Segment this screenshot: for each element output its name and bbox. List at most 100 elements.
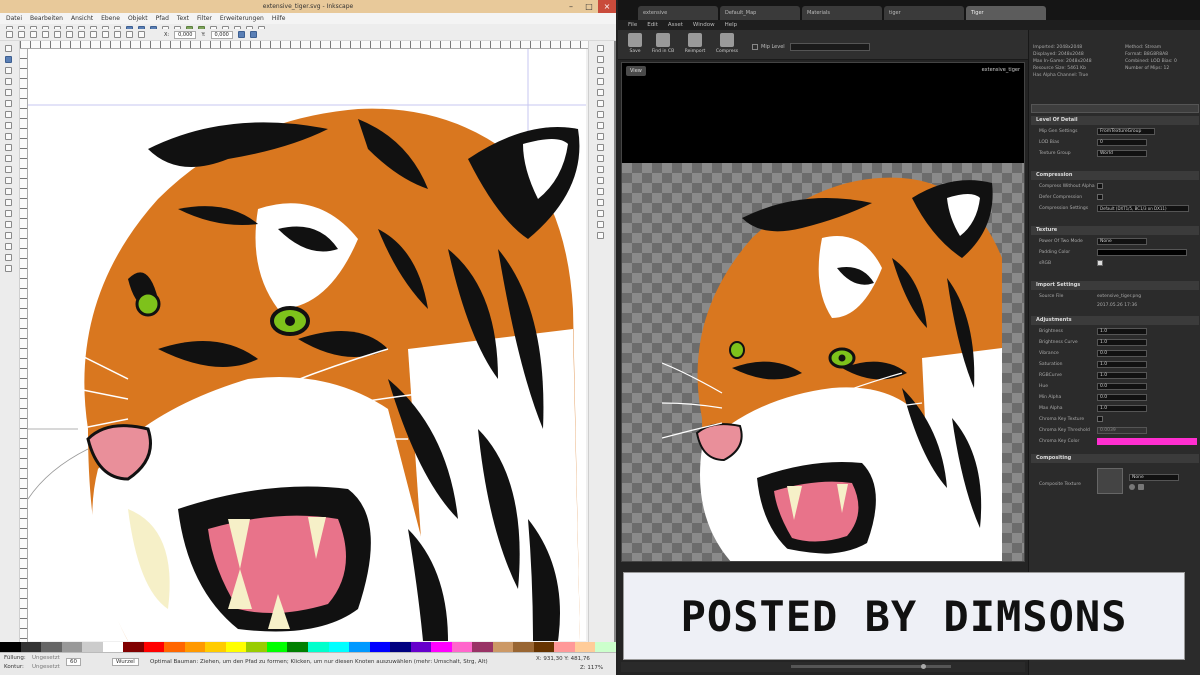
snap-path-icon[interactable] [597,122,604,129]
snap-bbox-edge-icon[interactable] [597,67,604,74]
menu-filter[interactable]: Filter [197,13,212,24]
section-adjustments[interactable]: Adjustments [1031,316,1199,325]
save-button[interactable]: Save [622,33,648,57]
menu-help[interactable]: Help [725,20,738,30]
composite-texture-dropdown[interactable]: None [1129,474,1179,481]
snap-bbox-icon[interactable] [597,56,604,63]
eraser-tool-icon[interactable] [5,210,12,217]
browse-asset-icon[interactable] [1138,484,1144,490]
zoom-tool-icon[interactable] [5,78,12,85]
brightness-curve-field[interactable]: 1.0 [1097,339,1147,346]
connector-tool-icon[interactable] [5,265,12,272]
chroma-key-texture-checkbox[interactable] [1097,416,1103,422]
text-tool-icon[interactable] [5,188,12,195]
menu-objekt[interactable]: Objekt [128,13,148,24]
measure-tool-icon[interactable] [5,89,12,96]
smooth-node-icon[interactable] [90,31,97,38]
section-compositing[interactable]: Compositing [1031,454,1199,463]
menu-erweiterungen[interactable]: Erweiterungen [220,13,264,24]
cusp-node-icon[interactable] [78,31,85,38]
srgb-checkbox[interactable] [1097,260,1103,266]
saturation-field[interactable]: 1.0 [1097,361,1147,368]
mip-level-checkbox[interactable] [752,44,758,50]
minimize-button[interactable]: – [562,0,580,13]
layer-dropdown[interactable]: Wurzel [112,658,139,666]
stroke-value[interactable]: Ungesetzt [32,664,60,670]
compression-settings-dropdown[interactable]: Default (DXT1/5, BC1/3 on DX11) [1097,205,1189,212]
details-search-input[interactable] [1031,104,1199,113]
texture-viewport[interactable]: View extensive_tiger [621,62,1025,562]
reimport-button[interactable]: Reimport [682,33,708,57]
menu-asset[interactable]: Asset [668,20,683,30]
pen-tool-icon[interactable] [5,166,12,173]
snap-nodes-icon[interactable] [597,111,604,118]
composite-texture-thumbnail[interactable] [1097,468,1123,494]
menu-text[interactable]: Text [177,13,189,24]
delete-segment-icon[interactable] [66,31,73,38]
auto-node-icon[interactable] [114,31,121,38]
menu-window[interactable]: Window [693,20,715,30]
ellipse-tool-icon[interactable] [5,122,12,129]
section-import-settings[interactable]: Import Settings [1031,281,1199,290]
mip-gen-dropdown[interactable]: FromTextureGroup [1097,128,1155,135]
insert-node-icon[interactable] [6,31,13,38]
snap-cusp-icon[interactable] [597,144,604,151]
spray-tool-icon[interactable] [5,199,12,206]
rgb-curve-field[interactable]: 1.0 [1097,372,1147,379]
menu-ebene[interactable]: Ebene [101,13,120,24]
lod-bias-field[interactable]: 0 [1097,139,1147,146]
section-compression[interactable]: Compression [1031,171,1199,180]
y-field[interactable]: 0,000 [210,30,233,39]
maximize-button[interactable]: □ [580,0,598,13]
section-level-of-detail[interactable]: Level Of Detail [1031,116,1199,125]
to-curve-icon[interactable] [138,31,145,38]
snap-bbox-center-icon[interactable] [597,100,604,107]
spiral-tool-icon[interactable] [5,144,12,151]
tab-extensive[interactable]: extensive [638,6,718,20]
menu-ansicht[interactable]: Ansicht [71,13,93,24]
star-tool-icon[interactable] [5,133,12,140]
gradient-tool-icon[interactable] [5,232,12,239]
vibrance-field[interactable]: 0.0 [1097,350,1147,357]
tab-materials[interactable]: Materials [802,6,882,20]
snap-rotation-icon[interactable] [597,188,604,195]
selector-tool-icon[interactable] [5,45,12,52]
view-options-button[interactable]: View [626,66,646,76]
snap-guide-icon[interactable] [597,232,604,239]
menu-pfad[interactable]: Pfad [156,13,169,24]
compress-no-alpha-checkbox[interactable] [1097,183,1103,189]
padding-color-swatch[interactable] [1097,249,1187,256]
snap-text-baseline-icon[interactable] [597,199,604,206]
snap-smooth-icon[interactable] [597,155,604,162]
tab-tiger-texture[interactable]: Tiger [966,6,1046,20]
zoom-slider[interactable] [791,665,951,668]
show-outline-icon[interactable] [249,31,257,38]
snap-enable-icon[interactable] [597,45,604,52]
snap-bbox-midpoint-icon[interactable] [597,89,604,96]
snap-bbox-corner-icon[interactable] [597,78,604,85]
mesh-tool-icon[interactable] [5,243,12,250]
menu-bearbeiten[interactable]: Bearbeiten [30,13,63,24]
max-alpha-field[interactable]: 1.0 [1097,405,1147,412]
close-button[interactable]: × [598,0,616,13]
delete-node-icon[interactable] [18,31,25,38]
join-nodes-icon[interactable] [30,31,37,38]
compress-button[interactable]: Compress [714,33,740,57]
min-alpha-field[interactable]: 0.0 [1097,394,1147,401]
defer-compression-checkbox[interactable] [1097,194,1103,200]
find-in-cb-button[interactable]: Find in CB [650,33,676,57]
fill-value[interactable]: Ungesetzt [32,655,60,661]
menu-file[interactable]: File [628,20,637,30]
use-selected-asset-icon[interactable] [1129,484,1135,490]
snap-midpoint-icon[interactable] [597,166,604,173]
snap-page-icon[interactable] [597,210,604,217]
calligraphy-tool-icon[interactable] [5,177,12,184]
tweak-tool-icon[interactable] [5,67,12,74]
bucket-tool-icon[interactable] [5,221,12,228]
mip-level-slider[interactable] [790,43,870,51]
to-line-icon[interactable] [126,31,133,38]
x-field[interactable]: 0,000 [174,30,197,39]
inkscape-canvas[interactable] [28,49,586,641]
zoom-slider-handle[interactable] [921,664,926,669]
node-tool-icon[interactable] [5,56,12,63]
